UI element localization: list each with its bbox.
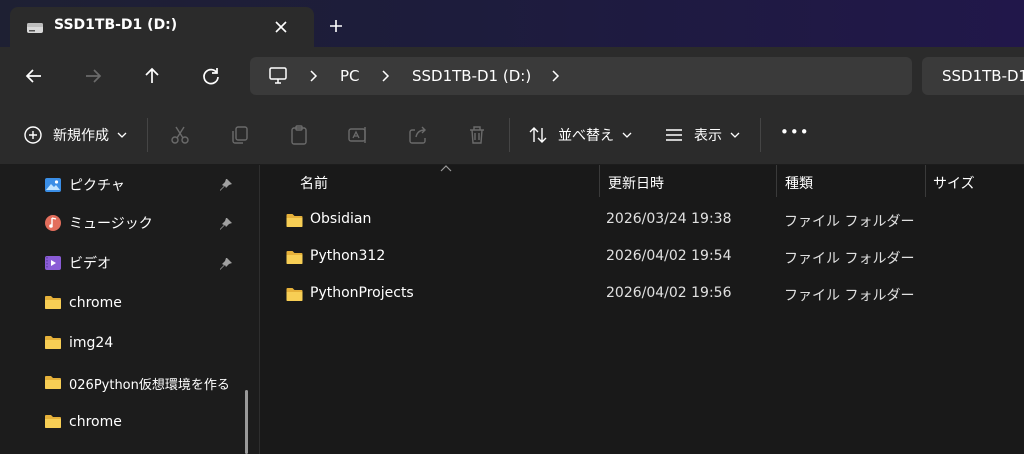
- divider: [147, 118, 148, 152]
- sidebar-item-label: ミュージック: [69, 216, 153, 232]
- folder-icon: [44, 334, 62, 352]
- sidebar-item-python-venv[interactable]: 026Python仮想環境を作る: [44, 373, 230, 393]
- sidebar-item-music[interactable]: ミュージック: [44, 213, 153, 233]
- sidebar-scrollbar[interactable]: [245, 390, 248, 454]
- pin-icon[interactable]: [219, 217, 233, 231]
- sidebar-item-img24[interactable]: img24: [44, 333, 113, 353]
- add-circle-icon: [23, 125, 43, 145]
- chevron-down-icon: [730, 131, 740, 139]
- column-header-date[interactable]: 更新日時: [608, 173, 664, 193]
- sidebar-item-label: 026Python仮想環境を作る: [69, 377, 230, 393]
- computer-icon: [268, 67, 288, 85]
- cut-icon[interactable]: [169, 124, 191, 146]
- new-button[interactable]: 新規作成: [23, 125, 127, 145]
- sidebar-item-pictures[interactable]: ピクチャ: [44, 175, 125, 195]
- video-icon: [44, 254, 62, 272]
- column-divider[interactable]: [925, 165, 926, 197]
- file-row[interactable]: PythonProjects 2026/04/02 19:56 ファイル フォル…: [260, 277, 1024, 313]
- sidebar-item-chrome[interactable]: chrome: [44, 293, 122, 313]
- back-icon[interactable]: [23, 65, 45, 87]
- file-name: Python312: [310, 248, 386, 264]
- title-bar: SSD1TB-D1 (D:): [0, 0, 1024, 47]
- refresh-icon[interactable]: [200, 65, 222, 87]
- command-bar: 新規作成 並べ替え 表示 •••: [0, 106, 1024, 165]
- file-date: 2026/04/02 19:56: [606, 285, 732, 301]
- pictures-icon: [44, 176, 62, 194]
- sort-icon: [528, 125, 548, 145]
- chevron-right-icon[interactable]: [550, 69, 562, 83]
- file-type: ファイル フォルダー: [784, 288, 915, 304]
- file-type: ファイル フォルダー: [784, 251, 915, 267]
- column-header-name[interactable]: 名前: [300, 173, 328, 193]
- navigation-pane: ピクチャ ミュージック ビデオ chrome img24 026Python仮想…: [0, 165, 260, 454]
- delete-icon[interactable]: [466, 124, 488, 146]
- new-tab-icon[interactable]: [327, 17, 345, 35]
- pin-icon[interactable]: [219, 178, 233, 192]
- file-date: 2026/03/24 19:38: [606, 211, 732, 227]
- chevron-right-icon: [380, 69, 392, 83]
- folder-icon: [44, 294, 62, 312]
- sidebar-item-label: ピクチャ: [69, 178, 125, 194]
- address-bar[interactable]: PC SSD1TB-D1 (D:): [250, 57, 912, 95]
- file-type: ファイル フォルダー: [784, 214, 915, 230]
- file-row[interactable]: Python312 2026/04/02 19:54 ファイル フォルダー: [260, 240, 1024, 276]
- breadcrumb-drive[interactable]: SSD1TB-D1 (D:): [412, 67, 531, 85]
- tab-drive[interactable]: SSD1TB-D1 (D:): [10, 7, 314, 47]
- folder-icon: [285, 249, 304, 265]
- folder-icon: [44, 374, 62, 392]
- sort-button[interactable]: 並べ替え: [528, 125, 632, 145]
- more-options-button[interactable]: •••: [780, 123, 810, 141]
- sort-ascending-icon: [440, 165, 452, 173]
- sidebar-item-chrome-2[interactable]: chrome: [44, 412, 122, 432]
- forward-icon[interactable]: [82, 65, 104, 87]
- file-list: 名前 更新日時 種類 サイズ Obsidian 2026/03/24 19:38…: [260, 165, 1024, 454]
- search-box-text: SSD1TB-D1: [942, 67, 1024, 85]
- search-box[interactable]: SSD1TB-D1: [922, 57, 1024, 95]
- column-divider[interactable]: [599, 165, 600, 197]
- pin-icon[interactable]: [219, 257, 233, 271]
- divider: [509, 118, 510, 152]
- folder-icon: [285, 286, 304, 302]
- sidebar-item-label: ビデオ: [69, 256, 111, 272]
- file-row[interactable]: Obsidian 2026/03/24 19:38 ファイル フォルダー: [260, 203, 1024, 239]
- tab-title: SSD1TB-D1 (D:): [54, 17, 178, 33]
- column-divider[interactable]: [776, 165, 777, 197]
- rename-icon[interactable]: [347, 124, 369, 146]
- sidebar-item-videos[interactable]: ビデオ: [44, 253, 111, 273]
- chevron-down-icon: [622, 131, 632, 139]
- navigation-bar: PC SSD1TB-D1 (D:) SSD1TB-D1: [0, 47, 1024, 106]
- column-header-size[interactable]: サイズ: [933, 173, 975, 193]
- copy-icon[interactable]: [229, 124, 251, 146]
- folder-icon: [44, 413, 62, 431]
- music-icon: [44, 214, 62, 232]
- sidebar-item-label: img24: [69, 335, 114, 351]
- chevron-down-icon: [117, 131, 127, 139]
- paste-icon[interactable]: [288, 124, 310, 146]
- sort-button-label: 並べ替え: [558, 128, 614, 144]
- sidebar-item-label: chrome: [69, 295, 122, 311]
- view-list-icon: [664, 125, 684, 145]
- close-tab-icon[interactable]: [272, 18, 290, 36]
- drive-icon: [26, 21, 44, 35]
- view-button-label: 表示: [694, 128, 722, 144]
- share-icon[interactable]: [407, 124, 429, 146]
- view-button[interactable]: 表示: [664, 125, 740, 145]
- file-date: 2026/04/02 19:54: [606, 248, 732, 264]
- column-header-type[interactable]: 種類: [785, 173, 813, 193]
- divider: [760, 118, 761, 152]
- up-icon[interactable]: [141, 65, 163, 87]
- sidebar-item-label: chrome: [69, 414, 122, 430]
- chevron-right-icon: [308, 69, 320, 83]
- folder-icon: [285, 212, 304, 228]
- new-button-label: 新規作成: [53, 128, 109, 144]
- breadcrumb-pc[interactable]: PC: [340, 67, 360, 85]
- file-name: Obsidian: [310, 211, 372, 227]
- file-name: PythonProjects: [310, 285, 414, 301]
